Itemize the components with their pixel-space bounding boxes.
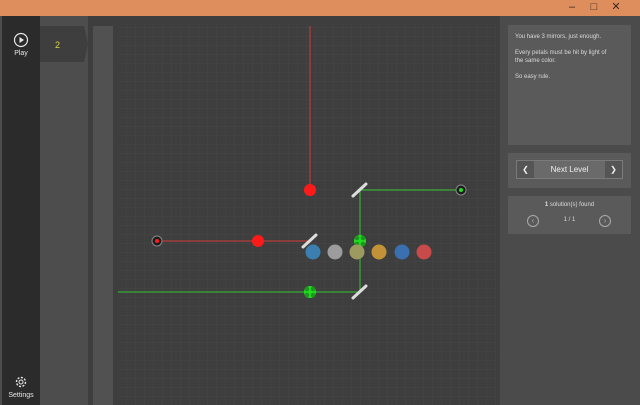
- next-level-label: Next Level: [550, 165, 589, 174]
- solutions-box: 1 solution(s) found ‹ 1 / 1 ›: [508, 196, 631, 234]
- palette-dark-blue[interactable]: [394, 244, 410, 260]
- next-level-arrow-icon[interactable]: ❯: [605, 161, 622, 178]
- next-level-box: ❮ Next Level ❯: [508, 153, 631, 188]
- green-emitter[interactable]: [455, 184, 467, 196]
- palette-blue[interactable]: [305, 244, 321, 260]
- hint-box: You have 3 mirrors, just enough. Every p…: [508, 25, 631, 145]
- hint-line-3: the same color.: [515, 58, 556, 64]
- hint-line-1: You have 3 mirrors, just enough.: [515, 34, 602, 40]
- red-petal-top: [304, 184, 316, 196]
- board-grid: [118, 26, 498, 405]
- red-emitter[interactable]: [151, 235, 163, 247]
- palette-red[interactable]: [416, 244, 432, 260]
- next-level-button[interactable]: ❮ Next Level ❯: [516, 160, 623, 179]
- solutions-found: 1 solution(s) found: [508, 202, 631, 208]
- palette-olive[interactable]: [349, 244, 365, 260]
- previous-level-arrow-icon[interactable]: ❮: [517, 161, 534, 178]
- hint-line-2: Every petals must be hit by light of: [515, 50, 607, 56]
- solution-page: 1 / 1: [563, 217, 576, 223]
- solutions-found-text: solution(s) found: [548, 202, 595, 208]
- palette-gray[interactable]: [327, 244, 343, 260]
- palette-orange[interactable]: [371, 244, 387, 260]
- red-petal-left: [252, 235, 264, 247]
- hint-line-4: So easy rule.: [515, 74, 551, 80]
- next-solution-icon[interactable]: ›: [599, 215, 611, 227]
- green-petal-lower: [304, 286, 316, 298]
